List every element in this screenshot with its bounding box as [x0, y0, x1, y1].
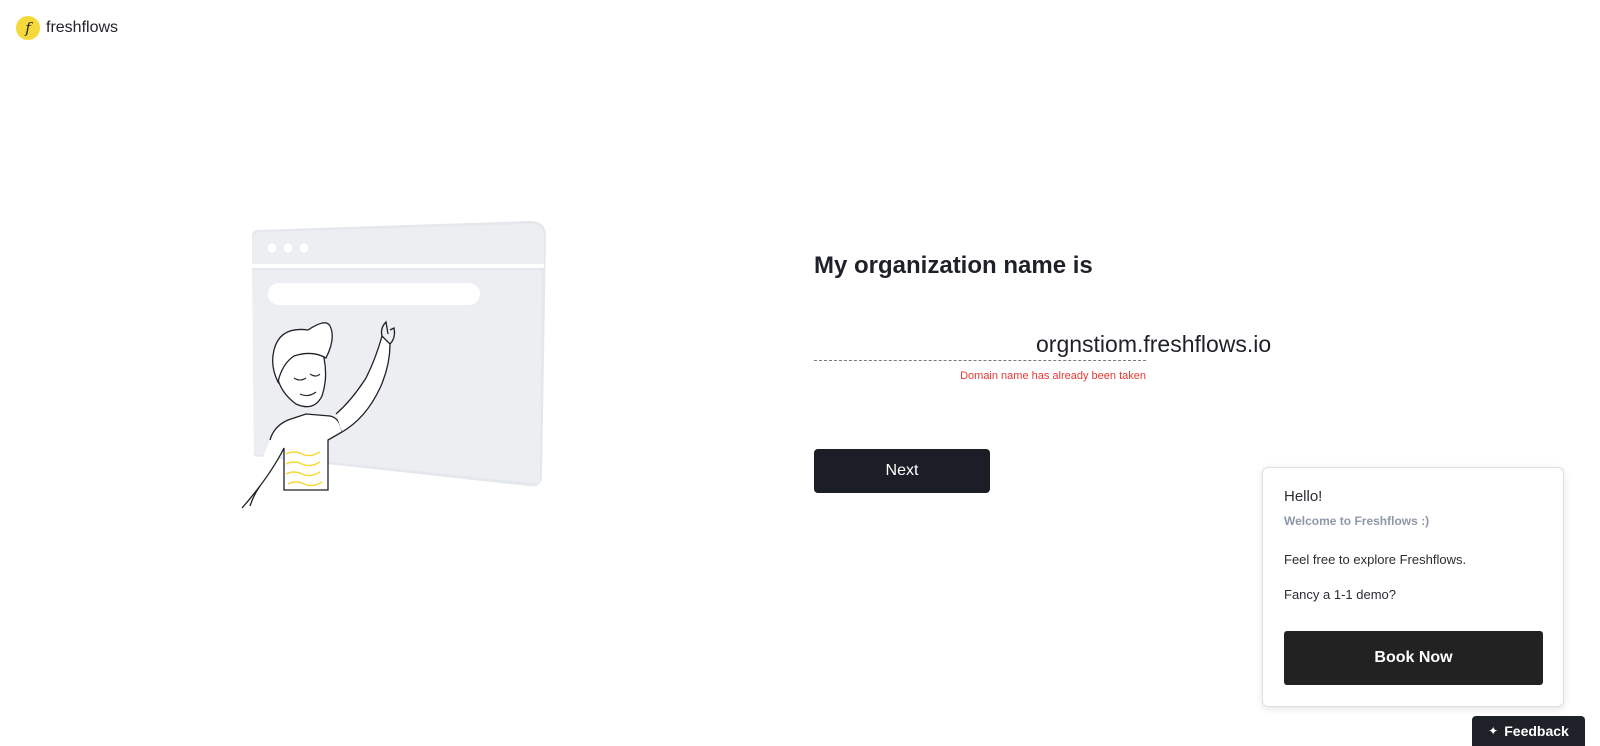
domain-suffix: orgnstiom.freshflows.io	[1036, 331, 1272, 357]
welcome-hello: Hello!	[1284, 488, 1323, 505]
feedback-label: Feedback	[1504, 723, 1569, 739]
domain-field: orgnstiom.freshflows.io	[814, 327, 1334, 361]
welcome-subtitle: Welcome to Freshflows :)	[1284, 514, 1430, 528]
welcome-explore-text: Feel free to explore Freshflows.	[1284, 552, 1467, 567]
brand-logo[interactable]: f freshflows	[16, 16, 118, 40]
freshflows-logo-icon: f	[16, 16, 40, 40]
next-button[interactable]: Next	[814, 449, 990, 493]
page-title: My organization name is	[814, 252, 1093, 279]
feedback-button[interactable]: ✦ Feedback	[1472, 716, 1585, 746]
welcome-popup: Hello! Welcome to Freshflows :) Feel fre…	[1262, 467, 1564, 707]
sparkle-icon: ✦	[1488, 724, 1499, 738]
person-browser-illustration	[241, 221, 546, 509]
welcome-demo-text: Fancy a 1-1 demo?	[1284, 587, 1397, 602]
domain-error-message: Domain name has already been taken	[960, 370, 1146, 382]
org-form: My organization name is orgnstiom.freshf…	[814, 252, 1334, 493]
welcome-illustration	[230, 218, 560, 518]
book-now-button[interactable]: Book Now	[1284, 631, 1543, 685]
brand-name: freshflows	[46, 19, 119, 36]
